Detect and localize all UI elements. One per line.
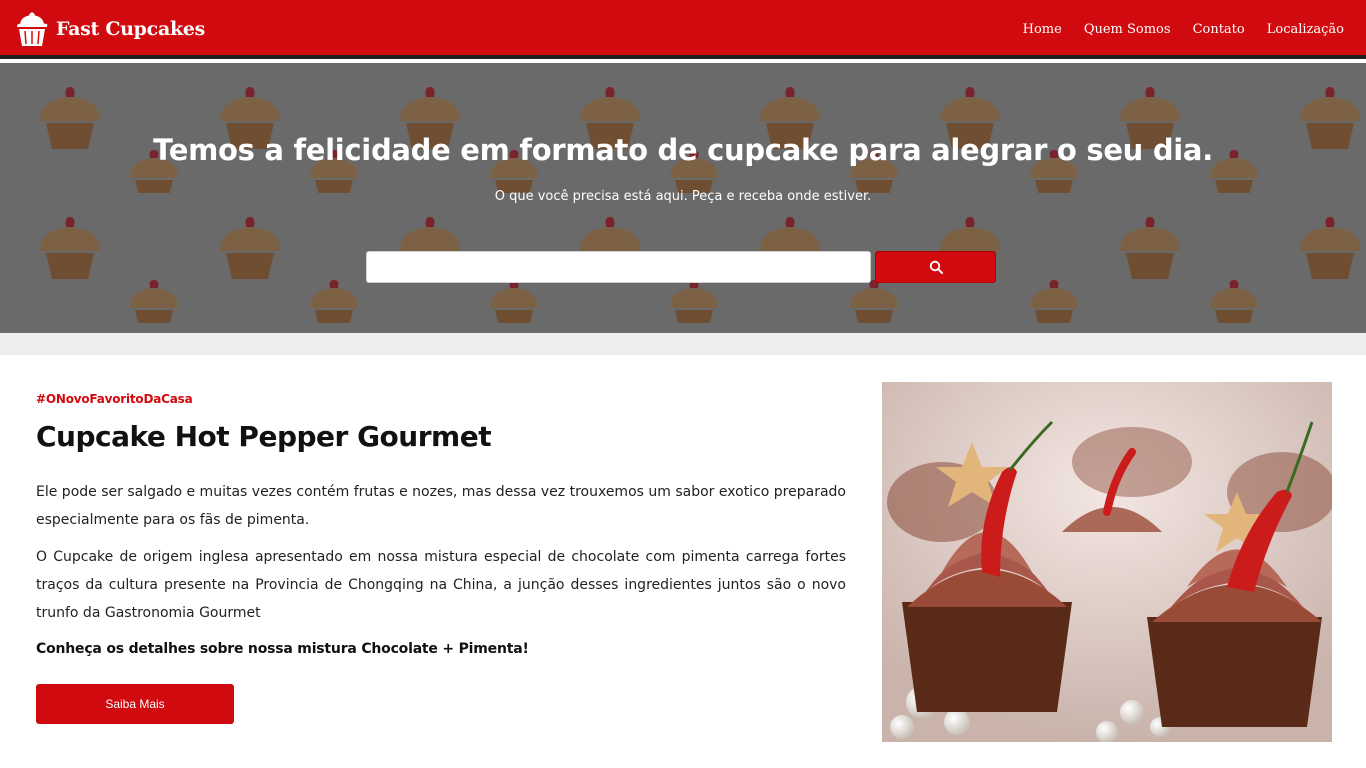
product-title: Cupcake Hot Pepper Gourmet [36, 420, 492, 453]
navbar: Fast Cupcakes Home Quem Somos Contato Lo… [0, 0, 1366, 59]
product-description-2: O Cupcake de origem inglesa apresentado … [36, 549, 846, 621]
saiba-mais-button[interactable]: Saiba Mais [36, 684, 234, 724]
brand[interactable]: Fast Cupcakes [14, 10, 205, 48]
product-description-1: Ele pode ser salgado e muitas vezes cont… [36, 484, 846, 528]
product-image [882, 382, 1332, 742]
nav-item-contato[interactable]: Contato [1193, 22, 1245, 37]
search-icon [929, 260, 943, 274]
product-cta-text: Conheça os detalhes sobre nossa mistura … [36, 641, 529, 657]
main-nav: Home Quem Somos Contato Localização [1001, 0, 1344, 59]
brand-name: Fast Cupcakes [56, 18, 206, 40]
product-hashtag: #ONovoFavoritoDaCasa [36, 392, 193, 406]
hero-title: Temos a felicidade em formato de cupcake… [153, 133, 1213, 167]
section-divider [0, 333, 1366, 355]
hot-pepper-cupcakes-photo [882, 382, 1332, 742]
search-input[interactable] [366, 251, 871, 283]
cupcake-logo-icon [17, 12, 48, 46]
search-button[interactable] [875, 251, 996, 283]
hero-banner: Temos a felicidade em formato de cupcake… [0, 63, 1366, 333]
nav-item-home[interactable]: Home [1023, 22, 1062, 37]
nav-item-quem-somos[interactable]: Quem Somos [1084, 22, 1171, 37]
hero-subtitle: O que você precisa está aqui. Peça e rec… [494, 189, 872, 204]
nav-item-localizacao[interactable]: Localização [1267, 22, 1344, 37]
